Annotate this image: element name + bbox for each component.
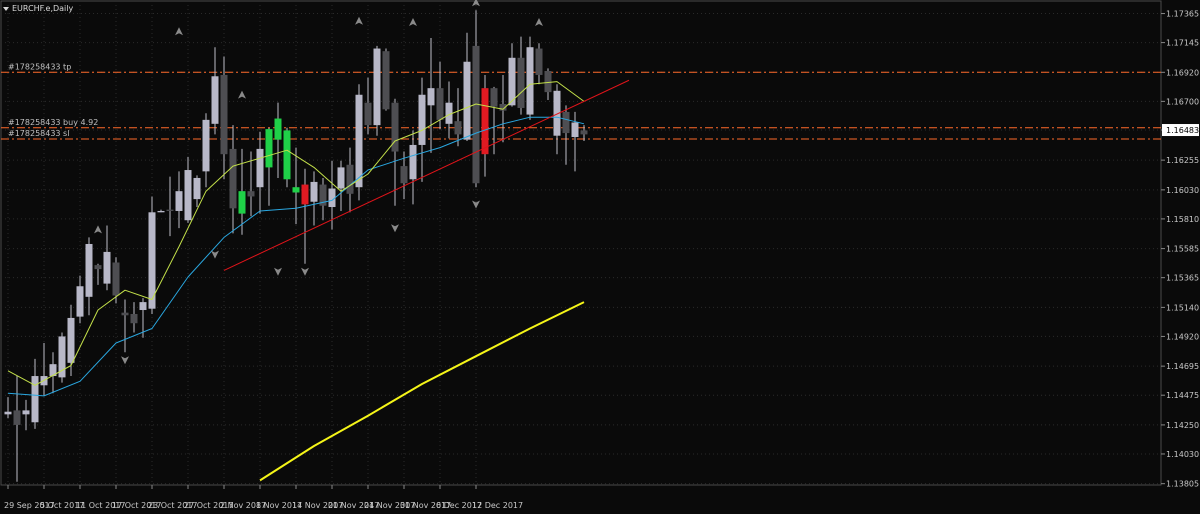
chart-window: #178258433 tp #178258433 buy 4.92 #1782584…: [0, 0, 1200, 514]
candle-body: [76, 286, 84, 317]
candle-body: [400, 166, 408, 184]
y-tick-label: 1.17365: [1166, 10, 1199, 19]
candle-body: [256, 148, 264, 188]
candle: [58, 332, 66, 383]
order-level-label: #178258433 buy 4.92: [8, 118, 98, 127]
current-price-label: 1.16483: [1166, 126, 1199, 135]
candle-body: [22, 410, 30, 415]
y-tick-label: 1.14250: [1166, 421, 1199, 430]
candle: [355, 84, 363, 201]
candle-body: [121, 312, 129, 316]
candle-body: [409, 144, 417, 180]
y-tick-label: 1.15140: [1166, 303, 1199, 312]
x-tick-label: 12 Dec 2017: [472, 501, 523, 510]
candle-body: [292, 187, 300, 193]
y-tick-label: 1.16255: [1166, 156, 1199, 165]
candle-body: [94, 265, 102, 270]
candle: [148, 196, 156, 314]
candle-body: [301, 184, 309, 205]
candle-body: [274, 118, 282, 140]
candle-body: [463, 61, 471, 140]
candle-body: [517, 57, 525, 108]
candle-body: [418, 94, 426, 145]
candle-body: [112, 262, 120, 296]
candle-body: [346, 164, 354, 194]
candle-body: [265, 129, 273, 168]
candle-body: [490, 88, 498, 107]
chart-title: EURCHF.e,Daily: [3, 4, 74, 13]
candle-body: [31, 376, 39, 423]
candle-body: [247, 191, 255, 197]
candle: [382, 48, 390, 111]
candle-body: [238, 191, 246, 214]
candle-body: [4, 411, 12, 415]
y-tick-label: 1.15585: [1166, 245, 1199, 254]
candle-body: [130, 313, 138, 324]
order-level-label: #178258433 sl: [8, 129, 69, 138]
y-tick-label: 1.14475: [1166, 391, 1199, 400]
candle-body: [13, 410, 21, 425]
order-level-label: #178258433 tp: [8, 62, 71, 71]
candle-body: [103, 251, 111, 284]
y-tick-label: 1.16700: [1166, 97, 1199, 106]
candle-body: [535, 48, 543, 75]
candle-body: [454, 121, 462, 135]
y-tick-label: 1.15365: [1166, 274, 1199, 283]
candle-body: [139, 302, 147, 311]
candle-body: [355, 94, 363, 188]
y-tick-label: 1.14695: [1166, 362, 1199, 371]
candle-body: [193, 177, 201, 200]
candle-body: [364, 102, 372, 126]
candle-body: [481, 88, 489, 155]
candle-body: [67, 317, 75, 363]
y-tick-label: 1.16030: [1166, 186, 1199, 195]
y-tick-label: 1.13805: [1166, 480, 1199, 489]
candle-body: [526, 47, 534, 115]
candlestick-chart[interactable]: #178258433 tp #178258433 buy 4.92 #1782584…: [0, 0, 1200, 514]
candle-body: [562, 111, 570, 134]
candle-body: [85, 243, 93, 297]
candle: [373, 45, 381, 136]
candle-body: [436, 88, 444, 120]
candle-body: [220, 74, 228, 155]
y-tick-label: 1.16920: [1166, 68, 1199, 77]
candle-body: [166, 209, 174, 211]
candle-body: [544, 70, 552, 93]
candle-body: [382, 51, 390, 110]
candle-body: [427, 88, 435, 106]
current-price-marker: 1.16483: [1162, 124, 1199, 137]
candle-body: [175, 191, 183, 211]
candle-body: [157, 210, 165, 213]
candle-body: [310, 181, 318, 202]
chart-background: [0, 0, 1200, 514]
y-tick-label: 1.17145: [1166, 39, 1199, 48]
candle-body: [337, 167, 345, 189]
y-tick-label: 1.14030: [1166, 450, 1199, 459]
candle-body: [211, 76, 219, 124]
candle-body: [229, 148, 237, 209]
y-tick-label: 1.15810: [1166, 215, 1199, 224]
candle-body: [472, 45, 480, 184]
candle-body: [580, 130, 588, 135]
y-tick-label: 1.14920: [1166, 332, 1199, 341]
candle-body: [571, 122, 579, 138]
candle-body: [202, 119, 210, 172]
candle-body: [184, 170, 192, 221]
candle: [526, 36, 534, 120]
candle-body: [373, 48, 381, 126]
candle-body: [283, 130, 291, 180]
candle: [283, 127, 291, 188]
chart-title-text: EURCHF.e,Daily: [12, 4, 74, 13]
